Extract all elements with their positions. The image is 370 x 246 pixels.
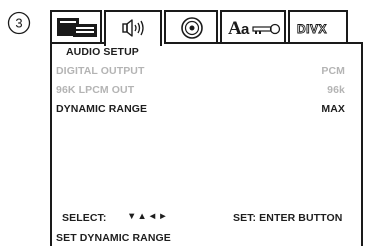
tab-disc-setup[interactable] [164, 10, 218, 42]
panel-border-right [164, 42, 363, 44]
svg-text:DIVX: DIVX [297, 22, 327, 36]
language-key-icon: A a [228, 18, 281, 39]
setting-label: DIGITAL OUTPUT [56, 65, 145, 77]
tab-divx-setup[interactable]: DIVX [288, 10, 348, 42]
setting-value: 96k [327, 84, 345, 96]
audio-setup-panel: AUDIO SETUP DIGITAL OUTPUT PCM 96K LPCM … [50, 42, 363, 246]
step-number-badge: 3 [4, 8, 34, 38]
set-hint-label: SET: ENTER BUTTON [233, 212, 343, 224]
step-circle-icon: 3 [7, 11, 31, 35]
setting-label: DYNAMIC RANGE [56, 103, 148, 115]
divx-icon: DIVX [297, 22, 327, 37]
setting-label: 96K LPCM OUT [56, 84, 135, 96]
navigation-arrows-icon: ▼▲◄► [127, 211, 169, 222]
panel-border-left [52, 42, 104, 44]
help-text: SET DYNAMIC RANGE [56, 232, 171, 244]
setup-tab-bar: A a DIVX [50, 10, 363, 46]
general-setup-icon [57, 18, 97, 37]
page-title: AUDIO SETUP [66, 46, 139, 58]
svg-text:a: a [241, 21, 250, 38]
tab-language-setup[interactable]: A a [220, 10, 286, 42]
setting-value: PCM [321, 65, 345, 77]
disc-icon [181, 17, 203, 39]
tab-general-setup[interactable] [50, 10, 102, 42]
tab-audio-setup[interactable] [104, 10, 162, 46]
speaker-audio-icon [122, 19, 144, 37]
select-hint-label: SELECT: [62, 212, 107, 224]
setting-value[interactable]: MAX [321, 103, 345, 115]
step-number: 3 [15, 16, 22, 31]
svg-text:A: A [228, 18, 242, 39]
